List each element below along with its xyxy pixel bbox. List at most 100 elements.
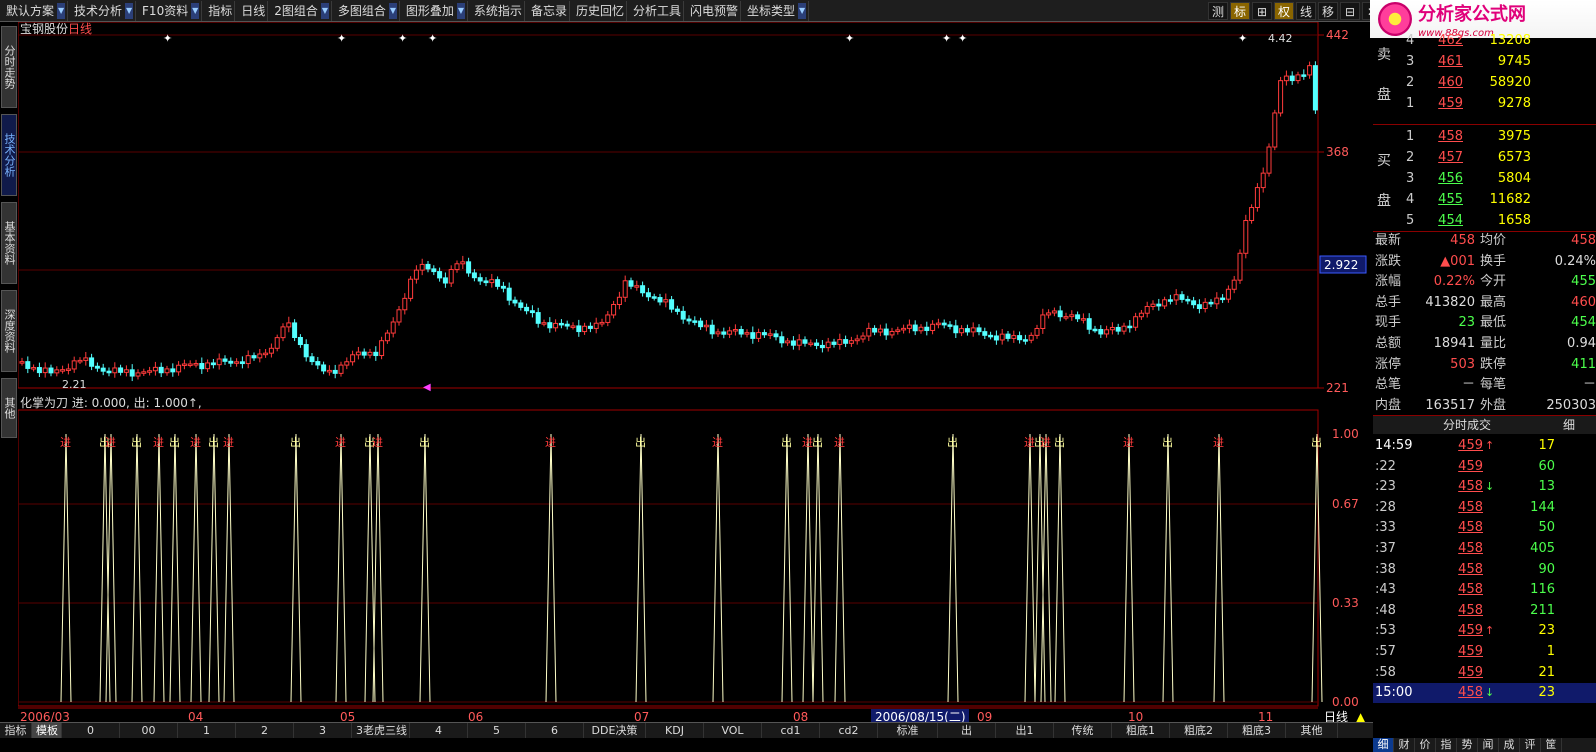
indicator-tab[interactable]: 00	[120, 723, 178, 738]
candle-body	[1289, 75, 1295, 82]
menu-item[interactable]: 分析工具	[627, 0, 684, 21]
candle-body	[1109, 326, 1115, 331]
indicator-tab[interactable]: 5	[468, 723, 526, 738]
tick-row[interactable]: :53 459 ↑ 23	[1373, 621, 1596, 641]
panel-tab[interactable]: 势	[1457, 738, 1478, 752]
indicator-tab[interactable]: cd2	[820, 723, 878, 738]
indicator-tab[interactable]: 2	[236, 723, 294, 738]
tick-volume: 50	[1538, 520, 1555, 536]
tick-row[interactable]: :23 458 ↓ 13	[1373, 477, 1596, 497]
indicator-tab[interactable]: 粗底3	[1228, 723, 1286, 738]
panel-tab[interactable]: 价	[1415, 738, 1436, 752]
indicator-tab[interactable]: 1	[178, 723, 236, 738]
menu-item-label: 指标	[208, 4, 233, 18]
indicator-tab[interactable]: 粗底1	[1112, 723, 1170, 738]
buy-order-row[interactable]: 5 454 1658	[1373, 211, 1596, 231]
candle-body	[1243, 220, 1249, 254]
indicator-tab[interactable]: 4	[410, 723, 468, 738]
order-price: 460	[1438, 75, 1463, 90]
tick-row[interactable]: :28 458 144	[1373, 498, 1596, 518]
indicator-tab[interactable]: 标准	[878, 723, 938, 738]
tab-intraday[interactable]: 分时走势	[1, 26, 17, 108]
indicator-tab[interactable]: 出1	[996, 723, 1054, 738]
menu-item[interactable]: 指标	[202, 0, 236, 21]
tick-row[interactable]: :22 459 60	[1373, 457, 1596, 477]
panel-tab[interactable]: 筐	[1541, 738, 1562, 752]
candle-body	[553, 322, 559, 329]
tick-row[interactable]: :57 459 1	[1373, 642, 1596, 662]
menu-item[interactable]: 系统指示	[468, 0, 525, 21]
tick-row[interactable]: 14:59 459 ↑ 17	[1373, 436, 1596, 456]
panel-tab[interactable]: 细	[1373, 738, 1394, 752]
panel-tab[interactable]: 成	[1499, 738, 1520, 752]
candle-body	[564, 323, 570, 327]
tab-other[interactable]: 其他	[1, 378, 17, 438]
indicator-tab[interactable]: VOL	[704, 723, 762, 738]
buy-order-row[interactable]: 1 458 3975	[1373, 127, 1596, 147]
candle-body	[303, 344, 309, 358]
tab-basic-info[interactable]: 基本资料	[1, 202, 17, 284]
adjust-rights-button[interactable]: 权	[1274, 2, 1294, 20]
ticks-detail-button[interactable]: 细	[1563, 416, 1575, 434]
buy-order-row[interactable]: 3 456 5804	[1373, 169, 1596, 189]
buy-order-row[interactable]: 4 455 11682	[1373, 190, 1596, 210]
mark-button[interactable]: 标	[1230, 2, 1250, 20]
menu-item[interactable]: 日线	[235, 0, 269, 21]
tick-row[interactable]: :38 458 90	[1373, 560, 1596, 580]
measure-button[interactable]: 测	[1208, 2, 1228, 20]
menu-item[interactable]: 多图组合 ▼	[332, 0, 400, 21]
indicator-tab[interactable]: 传统	[1054, 723, 1112, 738]
indicator-tab[interactable]: 出	[938, 723, 996, 738]
panel-tab[interactable]: 指	[1436, 738, 1457, 752]
signal-marker-icon: ✦	[958, 32, 967, 45]
move-button[interactable]: 移	[1318, 2, 1338, 20]
menu-item[interactable]: 历史回忆	[570, 0, 627, 21]
menu-item[interactable]: 闪电预警	[684, 0, 741, 21]
tick-row[interactable]: :48 458 211	[1373, 601, 1596, 621]
menu-item[interactable]: 图形叠加 ▼	[400, 0, 468, 21]
menu-item[interactable]: 默认方案 ▼	[0, 0, 69, 21]
tick-row[interactable]: :58 459 21	[1373, 663, 1596, 683]
indicator-tab[interactable]: cd1	[762, 723, 820, 738]
candle-body	[431, 268, 437, 273]
tick-row[interactable]: :37 458 405	[1373, 539, 1596, 559]
indicator-tab[interactable]: KDJ	[646, 723, 704, 738]
sell-order-row[interactable]: 2 460 58920	[1373, 73, 1596, 93]
panel-tab[interactable]: 财	[1394, 738, 1415, 752]
indicator-panel-frame	[18, 409, 1319, 707]
stat-value: 454	[1571, 315, 1596, 331]
candle-body	[94, 365, 100, 369]
sell-order-row[interactable]: 4 462 13208	[1373, 31, 1596, 51]
menu-item[interactable]: 技术分析 ▼	[68, 0, 137, 21]
tab-technical[interactable]: 技术分析	[1, 114, 17, 196]
tick-row[interactable]: :43 458 116	[1373, 580, 1596, 600]
date-axis-label: 09	[977, 710, 992, 722]
indicator-y-label: 0.00	[1332, 695, 1359, 709]
panel-tab[interactable]: 评	[1520, 738, 1541, 752]
tick-row[interactable]: :33 458 50	[1373, 518, 1596, 538]
indicator-tab[interactable]: 指标	[0, 723, 32, 738]
sell-order-row[interactable]: 3 461 9745	[1373, 52, 1596, 72]
menu-item[interactable]: 备忘录	[525, 0, 570, 21]
indicator-tab[interactable]: 模板	[32, 723, 62, 738]
grid-button[interactable]: ⊞	[1252, 2, 1272, 20]
indicator-tab[interactable]: 6	[526, 723, 584, 738]
minimize-button[interactable]: ⊟	[1340, 2, 1360, 20]
menu-item[interactable]: 2图组合 ▼	[268, 0, 332, 21]
panel-tab[interactable]: 闻	[1478, 738, 1499, 752]
chevron-down-icon: ▼	[125, 2, 134, 19]
tab-deep-info[interactable]: 深度资料	[1, 290, 17, 372]
indicator-tab[interactable]: 粗底2	[1170, 723, 1228, 738]
indicator-tab[interactable]: 3	[294, 723, 352, 738]
indicator-tab[interactable]: 其他	[1286, 723, 1338, 738]
buy-order-row[interactable]: 2 457 6573	[1373, 148, 1596, 168]
sell-order-row[interactable]: 1 459 9278	[1373, 94, 1596, 114]
indicator-tab[interactable]: 0	[62, 723, 120, 738]
candle-body	[750, 332, 756, 339]
line-button[interactable]: 线	[1296, 2, 1316, 20]
indicator-tab[interactable]: 3老虎三线	[352, 723, 410, 738]
menu-item[interactable]: F10资料 ▼	[136, 0, 203, 21]
indicator-tab[interactable]: DDE决策	[584, 723, 646, 738]
menu-item[interactable]: 坐标类型 ▼	[741, 0, 810, 21]
tick-row[interactable]: 15:00 458 ↓ 23	[1373, 683, 1596, 704]
